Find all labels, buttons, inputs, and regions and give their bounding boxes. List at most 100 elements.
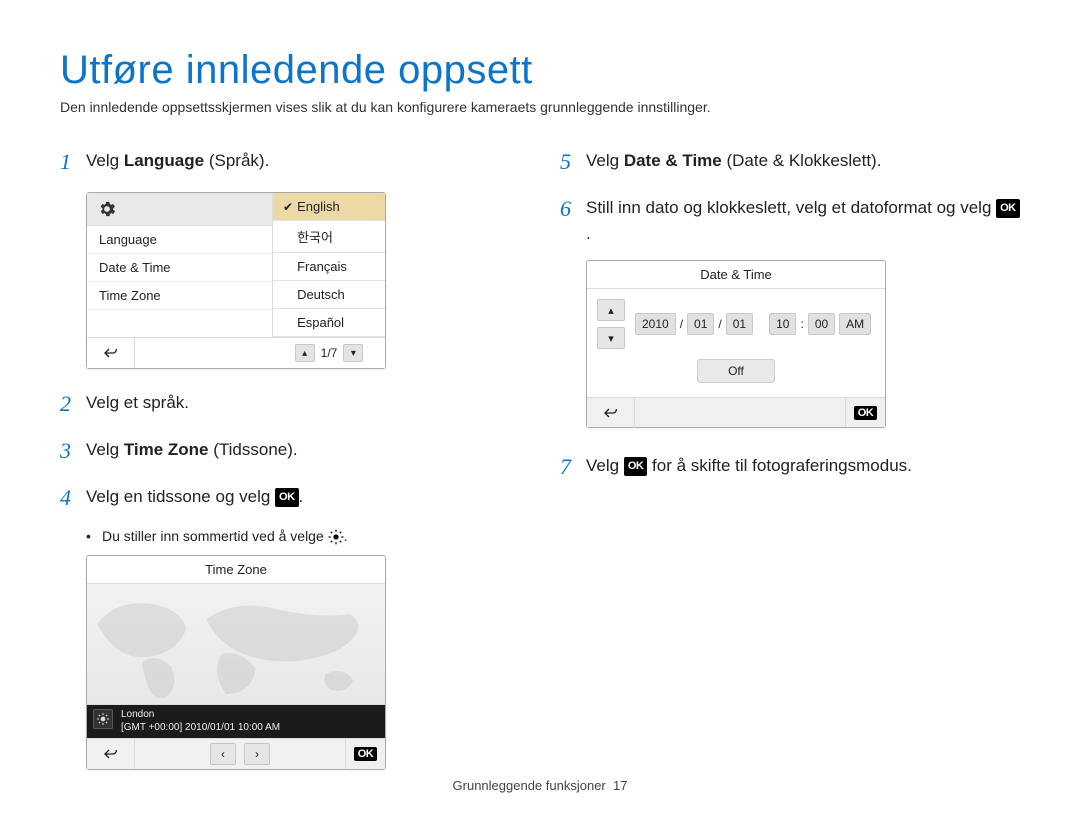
- panel-title: Time Zone: [87, 556, 385, 584]
- footer-page-number: 17: [613, 778, 627, 793]
- ok-label: OK: [354, 747, 378, 761]
- step-number: 6: [560, 192, 578, 246]
- step-4: 4 Velg en tidssone og velg OK.: [60, 481, 520, 514]
- step-number: 2: [60, 387, 78, 420]
- panel-title: Date & Time: [587, 261, 885, 289]
- separator: :: [800, 317, 803, 331]
- text: Velg: [586, 456, 624, 475]
- check-icon: ✔: [283, 200, 293, 214]
- day-field[interactable]: 01: [726, 313, 753, 335]
- language-option-deutsch[interactable]: ✔Deutsch: [273, 281, 385, 309]
- step-text: Velg en tidssone og velg OK.: [86, 481, 520, 514]
- text: for å skifte til fotograferingsmodus.: [647, 456, 912, 475]
- language-option-espanol[interactable]: ✔Español: [273, 309, 385, 337]
- text: (Språk).: [204, 151, 269, 170]
- step-text: Velg Time Zone (Tidssone).: [86, 434, 520, 467]
- ok-icon: OK: [275, 488, 299, 507]
- step-number: 5: [560, 145, 578, 178]
- pagination: ▴ 1/7 ▾: [273, 338, 385, 368]
- text: Velg: [586, 151, 624, 170]
- menu-item-date-time[interactable]: Date & Time: [87, 254, 272, 282]
- back-button[interactable]: [87, 739, 135, 769]
- text: Still inn dato og klokkeslett, velg et d…: [586, 198, 996, 217]
- page-footer: Grunnleggende funksjoner 17: [0, 778, 1080, 793]
- page-indicator: 1/7: [321, 346, 338, 360]
- step-number: 1: [60, 145, 78, 178]
- label: Español: [297, 315, 344, 330]
- label: English: [297, 199, 340, 214]
- step-number: 4: [60, 481, 78, 514]
- step-1: 1 Velg Language (Språk).: [60, 145, 520, 178]
- footer-section: Grunnleggende funksjoner: [453, 778, 606, 793]
- text: Velg: [86, 440, 124, 459]
- step-2: 2 Velg et språk.: [60, 387, 520, 420]
- datetime-panel: Date & Time ▴ ▾ 2010 / 01 / 01: [586, 260, 886, 428]
- step-text: Still inn dato og klokkeslett, velg et d…: [586, 192, 1020, 246]
- text: .: [299, 487, 304, 506]
- ok-icon: OK: [624, 457, 648, 476]
- back-button[interactable]: [87, 338, 135, 368]
- step-number: 3: [60, 434, 78, 467]
- menu-item-time-zone[interactable]: Time Zone: [87, 282, 272, 310]
- year-field[interactable]: 2010: [635, 313, 676, 335]
- step-5: 5 Velg Date & Time (Date & Klokkeslett).: [560, 145, 1020, 178]
- month-field[interactable]: 01: [687, 313, 714, 335]
- intro-text: Den innledende oppsettsskjermen vises sl…: [60, 99, 1020, 115]
- language-option-english[interactable]: ✔ English: [273, 193, 385, 221]
- text: .: [586, 224, 591, 243]
- ok-button[interactable]: OK: [845, 398, 885, 427]
- step-text: Velg et språk.: [86, 387, 520, 420]
- language-option-francais[interactable]: ✔Français: [273, 253, 385, 281]
- step-text: Velg Date & Time (Date & Klokkeslett).: [586, 145, 1020, 178]
- step-4-sub: • Du stiller inn sommertid ved å velge .: [86, 528, 520, 545]
- timezone-info-bar: London [GMT +00:00] 2010/01/01 10:00 AM: [87, 704, 385, 739]
- ok-label: OK: [854, 406, 878, 420]
- back-button[interactable]: [587, 398, 635, 428]
- step-6: 6 Still inn dato og klokkeslett, velg et…: [560, 192, 1020, 246]
- left-column: 1 Velg Language (Språk). Language Date &…: [60, 145, 520, 770]
- text: .: [344, 528, 348, 544]
- text: (Tidssone).: [209, 440, 298, 459]
- step-text: Velg Language (Språk).: [86, 145, 520, 178]
- minute-field[interactable]: 00: [808, 313, 835, 335]
- ok-icon: OK: [996, 199, 1020, 218]
- text: Velg: [86, 151, 124, 170]
- text: Du stiller inn sommertid ved å velge: [102, 528, 328, 544]
- datetime-fields: 2010 / 01 / 01 10 : 00 AM: [635, 313, 871, 335]
- hour-field[interactable]: 10: [769, 313, 796, 335]
- menu-item-language[interactable]: Language: [87, 226, 272, 254]
- separator: /: [680, 317, 683, 331]
- separator: /: [718, 317, 721, 331]
- tz-city: London: [121, 709, 280, 722]
- increment-button[interactable]: ▴: [597, 299, 625, 321]
- bold-term: Time Zone: [124, 440, 209, 459]
- bold-term: Language: [124, 151, 204, 170]
- language-option-korean[interactable]: ✔한국어: [273, 221, 385, 253]
- page-up-button[interactable]: ▴: [295, 344, 315, 362]
- ampm-field[interactable]: AM: [839, 313, 871, 335]
- label: Deutsch: [297, 287, 345, 302]
- text: Velg en tidssone og velg: [86, 487, 275, 506]
- dst-toggle[interactable]: [93, 709, 113, 729]
- timezone-panel: Time Zone London: [86, 555, 386, 770]
- tz-gmt-line: [GMT +00:00] 2010/01/01 10:00 AM: [121, 722, 280, 735]
- date-format-selector[interactable]: Off: [697, 359, 775, 383]
- bullet-icon: •: [86, 528, 94, 545]
- substep-text: Du stiller inn sommertid ved å velge .: [102, 528, 348, 545]
- sun-icon: [328, 529, 344, 545]
- decrement-button[interactable]: ▾: [597, 327, 625, 349]
- gear-icon[interactable]: [87, 193, 272, 226]
- label: 한국어: [297, 227, 333, 246]
- page-down-button[interactable]: ▾: [343, 344, 363, 362]
- next-button[interactable]: ›: [244, 743, 270, 765]
- step-3: 3 Velg Time Zone (Tidssone).: [60, 434, 520, 467]
- bold-term: Date & Time: [624, 151, 722, 170]
- ok-button[interactable]: OK: [345, 739, 385, 769]
- world-map[interactable]: [87, 584, 385, 704]
- page-title: Utføre innledende oppsett: [60, 48, 1020, 93]
- step-text: Velg OK for å skifte til fotograferingsm…: [586, 450, 1020, 483]
- text: (Date & Klokkeslett).: [722, 151, 882, 170]
- prev-button[interactable]: ‹: [210, 743, 236, 765]
- step-7: 7 Velg OK for å skifte til fotografering…: [560, 450, 1020, 483]
- language-panel: Language Date & Time Time Zone ✔English …: [86, 192, 386, 369]
